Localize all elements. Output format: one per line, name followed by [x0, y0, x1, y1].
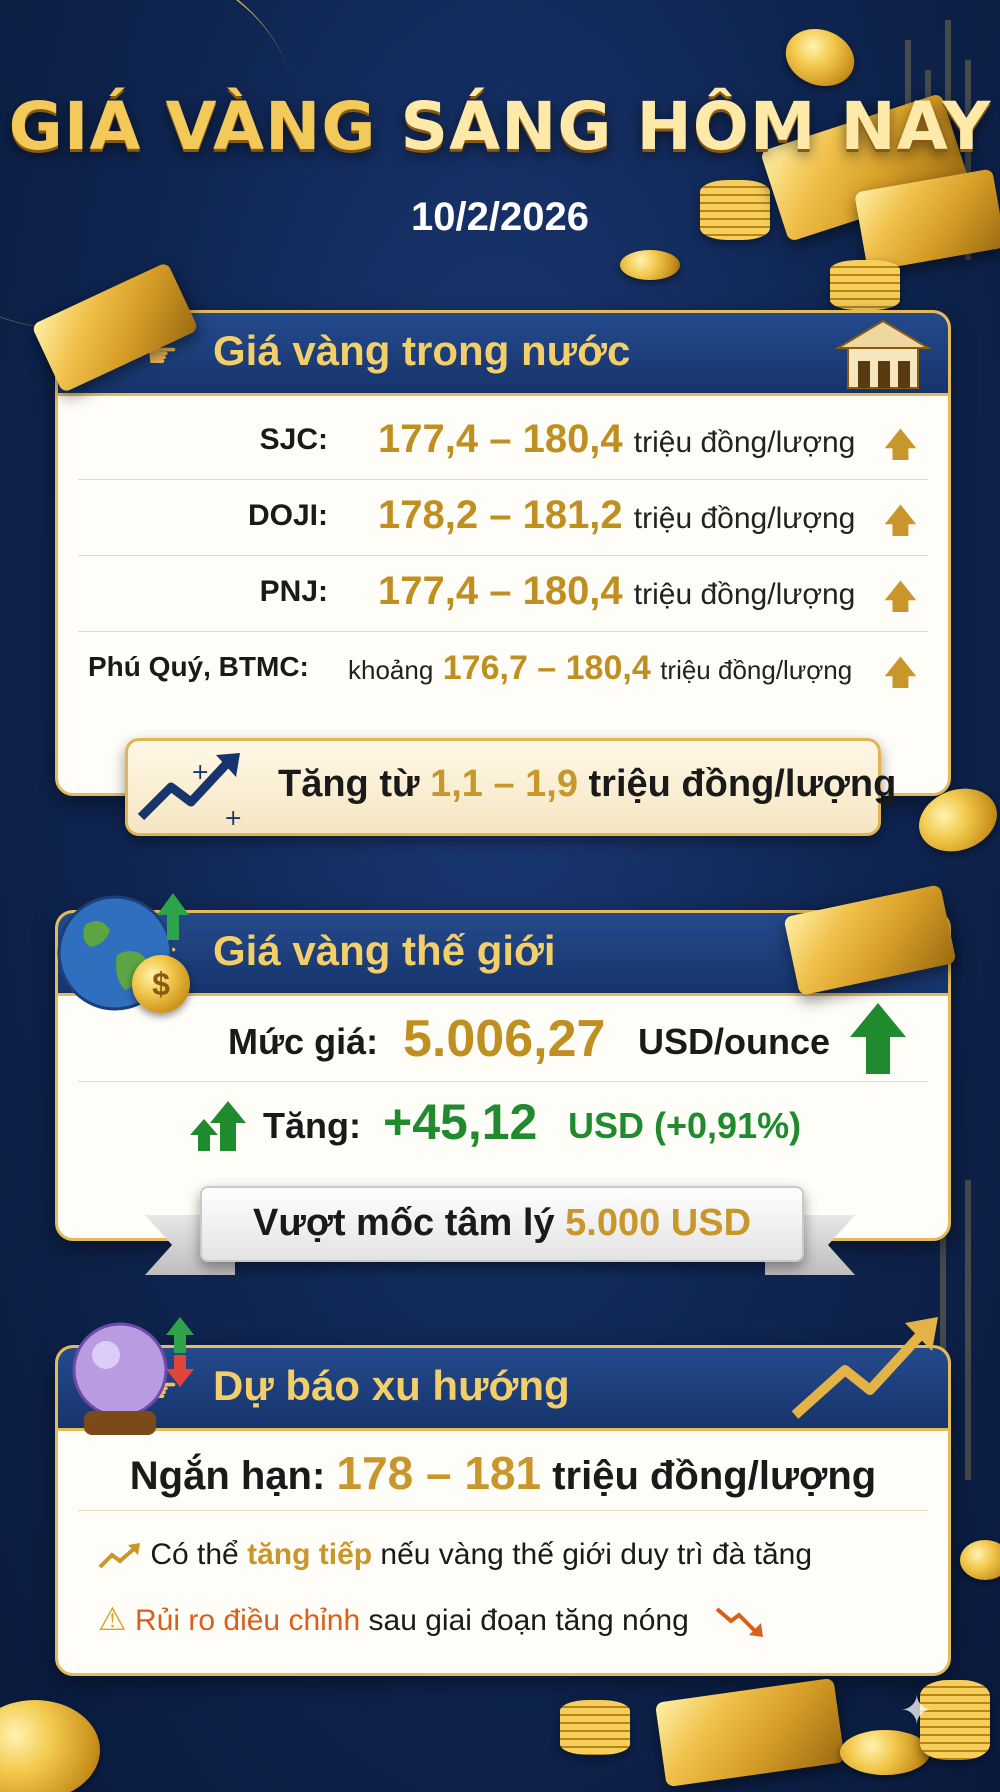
up-arrow-icon: 🡅 [883, 501, 918, 541]
short-term-unit: triệu đồng/lượng [552, 1454, 877, 1498]
domestic-row-sjc: SJC: 177,4 – 180,4 triệu đồng/lượng 🡅 [78, 405, 928, 480]
domestic-row-phuquy-btmc: Phú Quý, BTMC: khoảng 176,7 – 180,4 triệ… [78, 633, 928, 707]
coin-stack-icon [560, 1700, 630, 1755]
price-value: 178,2 – 181,2 triệu đồng/lượng [378, 493, 856, 537]
crystal-ball-icon [72, 1317, 194, 1435]
dollar-coin-icon: $ [132, 955, 190, 1013]
up-arrow-icon: 🡅 [883, 425, 918, 465]
price-label: Mức giá: [228, 1021, 379, 1062]
forecast-short-term-row: Ngắn hạn: 178 – 181 triệu đồng/lượng [78, 1434, 928, 1511]
gold-bar-icon [654, 1677, 846, 1788]
double-up-arrow-icon [190, 1101, 246, 1151]
page-title: GIÁ VÀNG SÁNG HÔM NAY [0, 88, 1000, 165]
gold-coin-icon [620, 250, 680, 280]
gold-coin-icon [960, 1540, 1000, 1580]
gold-coin-icon [0, 1700, 100, 1792]
milestone-ribbon: Vượt mốc tâm lý 5.000 USD [200, 1186, 804, 1262]
price-value: 177,4 – 180,4 triệu đồng/lượng [378, 417, 856, 461]
world-heading: Giá vàng thế giới [213, 927, 556, 974]
infographic: GIÁ VÀNG SÁNG HÔM NAY 10/2/2026 ☛ Giá và… [0, 0, 1000, 1792]
forecast-line-2: ⚠ Rủi ro điều chỉnh sau giai đoạn tăng n… [98, 1600, 765, 1639]
title-part-1: GIÁ VÀNG [8, 88, 377, 165]
title-part-2: SÁNG HÔM NAY [400, 88, 992, 165]
down-trend-icon [715, 1607, 764, 1638]
coin-stack-icon [830, 260, 900, 310]
change-unit: USD (+0,91%) [568, 1105, 802, 1146]
warning-icon: ⚠ [98, 1601, 127, 1637]
up-arrow-icon: 🡅 [883, 577, 918, 617]
brand-label: SJC: [259, 423, 328, 456]
brand-label: PNJ: [259, 575, 328, 608]
svg-text:+: + [224, 806, 242, 827]
date-label: 10/2/2026 [411, 195, 589, 239]
candlestick-decoration [965, 1180, 971, 1480]
trend-chart-icon: + + [137, 753, 242, 827]
price-value: 177,4 – 180,4 triệu đồng/lượng [378, 569, 856, 613]
gold-coin-icon [840, 1730, 930, 1775]
gold-coin-icon [777, 19, 863, 96]
price-value: khoảng 176,7 – 180,4 triệu đồng/lượng [348, 649, 853, 687]
short-term-value: 178 – 181 [336, 1447, 542, 1499]
domestic-heading: Giá vàng trong nước [213, 327, 631, 374]
green-up-arrow-icon [850, 1003, 906, 1074]
change-label: Tăng: [263, 1105, 361, 1146]
domestic-row-pnj: PNJ: 177,4 – 180,4 triệu đồng/lượng 🡅 [78, 557, 928, 632]
up-trend-icon [98, 1543, 140, 1569]
short-term-label: Ngắn hạn: [129, 1454, 326, 1498]
price-unit: USD/ounce [638, 1021, 831, 1062]
sparkle-icon: ✦ [900, 1688, 934, 1734]
domestic-increase-badge: + + Tăng từ 1,1 – 1,9 triệu đồng/lượng [125, 738, 896, 836]
up-arrow-icon: 🡅 [883, 653, 918, 693]
change-value: +45,12 [383, 1094, 538, 1150]
world-change-row: Tăng: +45,12 USD (+0,91%) [78, 1085, 928, 1165]
brand-label: Phú Quý, BTMC: [88, 651, 309, 682]
price-value: 5.006,27 [403, 1010, 606, 1068]
pagoda-icon [834, 319, 932, 389]
domestic-price-card: ☛ Giá vàng trong nước SJC: 177,4 – 180,4… [55, 310, 951, 796]
forecast-heading: Dự báo xu hướng [213, 1362, 570, 1409]
domestic-row-doji: DOJI: 178,2 – 181,2 triệu đồng/lượng 🡅 [78, 481, 928, 556]
brand-label: DOJI: [247, 499, 328, 532]
world-price-row: Mức giá: 5.006,27 USD/ounce [78, 1001, 928, 1082]
forecast-line-1: Có thể tăng tiếp nếu vàng thế giới duy t… [98, 1538, 812, 1572]
gold-trend-arrow-icon [791, 1317, 938, 1419]
svg-text:+: + [191, 760, 209, 785]
increase-text: Tăng từ 1,1 – 1,9 triệu đồng/lượng [278, 763, 897, 805]
ribbon-text: Vượt mốc tâm lý 5.000 USD [252, 1202, 752, 1244]
